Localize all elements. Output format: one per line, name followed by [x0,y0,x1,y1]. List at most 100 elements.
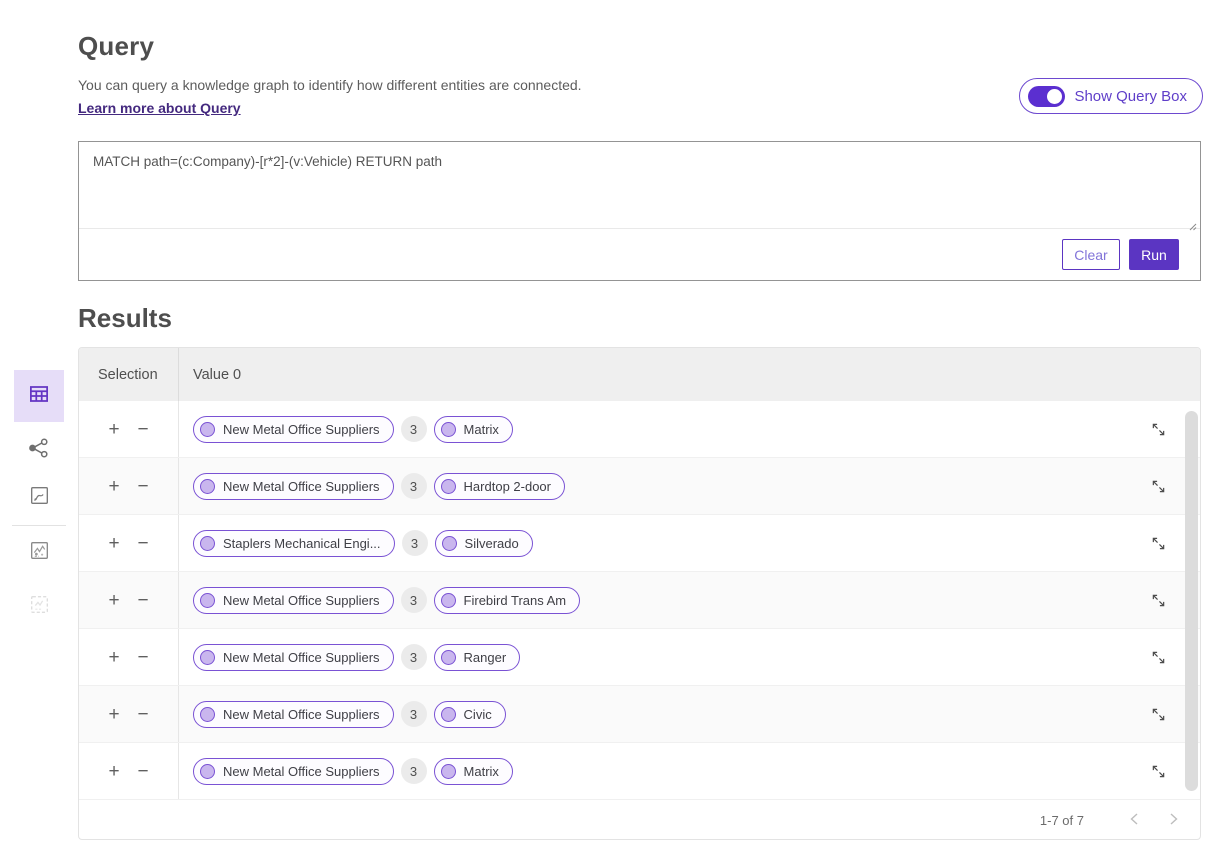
graph-view-button[interactable] [26,435,52,464]
add-selection-button[interactable]: + [103,591,125,610]
vertex-dot-icon [442,536,457,551]
entity-pill-source[interactable]: New Metal Office Suppliers [193,758,394,785]
query-box: MATCH path=(c:Company)-[r*2]-(v:Vehicle)… [78,141,1201,281]
remove-selection-button[interactable]: − [132,477,154,496]
custom-view-icon [27,592,52,620]
vertex-dot-icon [200,593,215,608]
query-page: Query You can query a knowledge graph to… [0,0,1215,857]
entity-pill-target[interactable]: Silverado [435,530,533,557]
vertex-dot-icon [200,707,215,722]
hop-count-badge: 3 [402,530,428,556]
expand-row-icon[interactable] [1148,647,1168,667]
entity-pill-target[interactable]: Matrix [434,758,513,785]
learn-more-link[interactable]: Learn more about Query [78,100,241,116]
sidebar-divider [12,525,66,526]
entity-label: New Metal Office Suppliers [223,650,380,665]
expand-row-icon[interactable] [1148,590,1168,610]
column-header-selection: Selection [79,348,179,401]
map-view-button[interactable] [27,538,52,566]
remove-selection-button[interactable]: − [132,762,154,781]
vertex-dot-icon [441,650,456,665]
custom-view-button [27,592,52,620]
entity-pill-source[interactable]: New Metal Office Suppliers [193,644,394,671]
map-view-icon [27,538,52,566]
vertex-dot-icon [200,764,215,779]
vertex-dot-icon [200,422,215,437]
results-title: Results [78,303,172,334]
entity-label: New Metal Office Suppliers [223,764,380,779]
remove-selection-button[interactable]: − [132,648,154,667]
add-selection-button[interactable]: + [103,420,125,439]
table-row: + − New Metal Office Suppliers 3 Civic [79,686,1200,743]
add-selection-button[interactable]: + [103,648,125,667]
remove-selection-button[interactable]: − [132,420,154,439]
vertex-dot-icon [200,479,215,494]
expand-row-icon[interactable] [1148,704,1168,724]
entity-label: New Metal Office Suppliers [223,422,380,437]
add-selection-button[interactable]: + [103,762,125,781]
vertex-dot-icon [441,593,456,608]
add-selection-button[interactable]: + [103,705,125,724]
hop-count-badge: 3 [401,587,427,613]
previous-page-button[interactable] [1122,813,1146,828]
entity-label: Matrix [464,422,499,437]
entity-pill-target[interactable]: Matrix [434,416,513,443]
chart-view-button[interactable] [27,483,52,511]
hop-count-badge: 3 [401,416,427,442]
entity-pill-source[interactable]: New Metal Office Suppliers [193,473,394,500]
entity-pill-target[interactable]: Hardtop 2-door [434,473,565,500]
entity-label: Staplers Mechanical Engi... [223,536,381,551]
hop-count-badge: 3 [401,644,427,670]
table-scrollbar [1185,403,1198,796]
remove-selection-button[interactable]: − [132,534,154,553]
table-row: + − New Metal Office Suppliers 3 Matrix [79,401,1200,458]
expand-row-icon[interactable] [1148,419,1168,439]
table-view-icon [26,381,52,412]
entity-pill-target[interactable]: Civic [434,701,506,728]
vertex-dot-icon [441,707,456,722]
entity-pill-target[interactable]: Firebird Trans Am [434,587,581,614]
chevron-right-icon [1170,813,1178,828]
results-table: Selection Value 0 + − New Metal Office S… [78,347,1201,840]
query-input[interactable]: MATCH path=(c:Company)-[r*2]-(v:Vehicle)… [79,142,1200,228]
toggle-label: Show Query Box [1074,88,1187,105]
expand-row-icon[interactable] [1148,476,1168,496]
entity-pill-source[interactable]: Staplers Mechanical Engi... [193,530,395,557]
remove-selection-button[interactable]: − [132,705,154,724]
add-selection-button[interactable]: + [103,477,125,496]
scrollbar-thumb[interactable] [1185,411,1198,791]
next-page-button[interactable] [1162,813,1186,828]
run-button[interactable]: Run [1129,239,1179,270]
entity-pill-target[interactable]: Ranger [434,644,521,671]
table-view-button[interactable] [14,370,64,422]
expand-row-icon[interactable] [1148,533,1168,553]
hop-count-badge: 3 [401,758,427,784]
hop-count-badge: 3 [401,701,427,727]
table-row: + − New Metal Office Suppliers 3 Matrix [79,743,1200,800]
vertex-dot-icon [441,764,456,779]
resize-handle-icon[interactable] [1187,218,1197,236]
add-selection-button[interactable]: + [103,534,125,553]
toggle-switch-icon [1028,86,1065,107]
show-query-box-toggle[interactable]: Show Query Box [1019,78,1203,114]
entity-label: Matrix [464,764,499,779]
entity-label: Hardtop 2-door [464,479,551,494]
table-row: + − New Metal Office Suppliers 3 Hardtop… [79,458,1200,515]
table-row: + − Staplers Mechanical Engi... 3 Silver… [79,515,1200,572]
entity-label: Civic [464,707,492,722]
entity-pill-source[interactable]: New Metal Office Suppliers [193,701,394,728]
vertex-dot-icon [200,536,215,551]
graph-view-icon [26,435,52,464]
hop-count-badge: 3 [401,473,427,499]
entity-label: New Metal Office Suppliers [223,593,380,608]
pagination-range-label: 1-7 of 7 [1040,813,1084,828]
entity-pill-source[interactable]: New Metal Office Suppliers [193,587,394,614]
chevron-left-icon [1130,813,1138,828]
clear-button[interactable]: Clear [1062,239,1120,270]
expand-row-icon[interactable] [1148,761,1168,781]
remove-selection-button[interactable]: − [132,591,154,610]
entity-label: New Metal Office Suppliers [223,707,380,722]
vertex-dot-icon [441,422,456,437]
entity-pill-source[interactable]: New Metal Office Suppliers [193,416,394,443]
page-title: Query [78,31,154,62]
